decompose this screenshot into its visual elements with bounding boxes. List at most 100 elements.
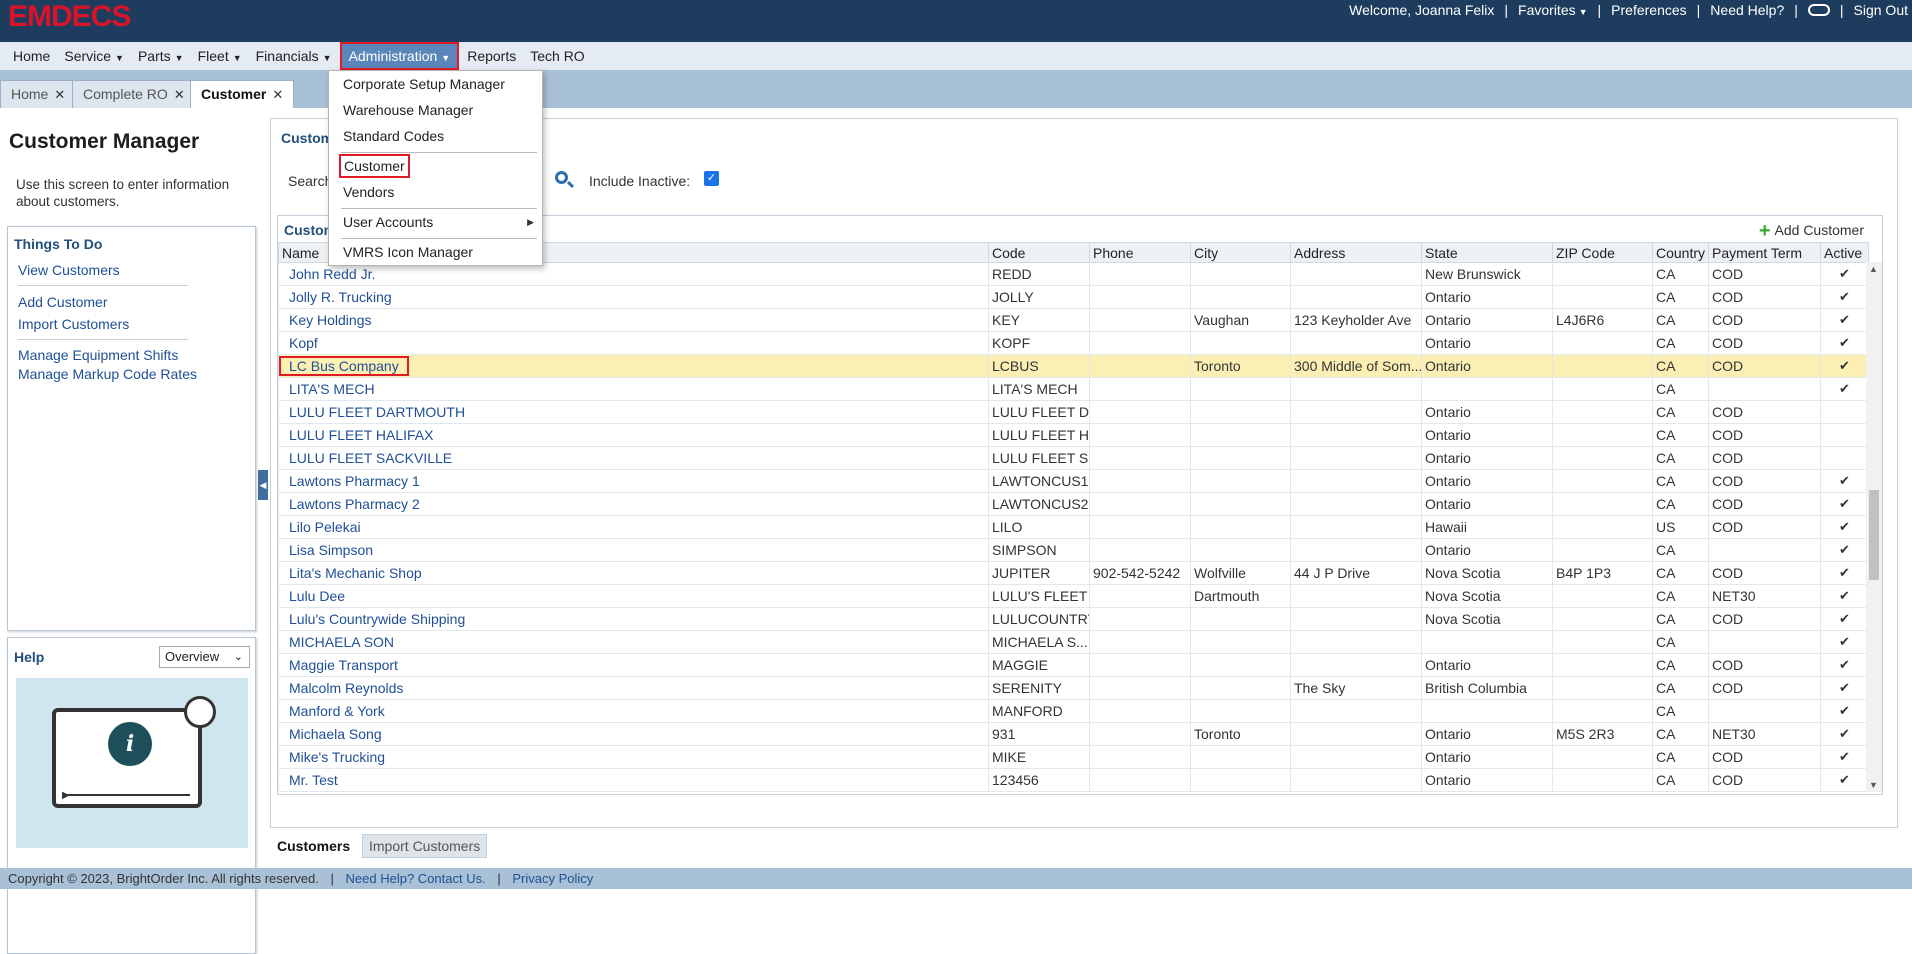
table-row[interactable]: Lisa Simpson SIMPSON Ontario CA ✔ <box>278 538 1869 562</box>
close-icon[interactable]: ✕ <box>272 87 283 102</box>
table-row[interactable]: Mr. Test 123456 Ontario CA COD ✔ <box>278 768 1869 792</box>
manage-equipment-shifts-link[interactable]: Manage Equipment Shifts <box>18 347 178 363</box>
customer-name-link[interactable]: Lawtons Pharmacy 1 <box>289 473 420 489</box>
table-row[interactable]: Malcolm Reynolds SERENITY The Sky British C… <box>278 676 1869 700</box>
import-customers-link[interactable]: Import Customers <box>18 316 129 332</box>
table-row[interactable]: LULU FLEET DARTMOUTH LULU FLEET D Ontario C… <box>278 400 1869 424</box>
menu-item-standard-codes[interactable]: Standard Codes <box>343 128 444 144</box>
tab-customers[interactable]: Customers <box>270 834 358 858</box>
customer-name-link[interactable]: Lita's Mechanic Shop <box>289 565 422 581</box>
menu-item-vendors[interactable]: Vendors <box>343 184 394 200</box>
table-row[interactable]: Michaela Song 931 Toronto Ontario M5S 2R3 CA N… <box>278 722 1869 746</box>
customer-name-link[interactable]: LC Bus Company <box>279 356 409 376</box>
app-logo[interactable]: EMDECS <box>8 2 131 32</box>
customer-name-link[interactable]: MICHAELA SON <box>289 634 394 650</box>
table-row[interactable]: Lilo Pelekai LILO Hawaii US COD ✔ <box>278 515 1869 539</box>
column-header[interactable]: Address <box>1290 242 1422 263</box>
customer-name-link[interactable]: LULU FLEET DARTMOUTH <box>289 404 465 420</box>
menu-service[interactable]: Service ▼ <box>57 44 131 68</box>
customer-name-link[interactable]: Key Holdings <box>289 312 372 328</box>
include-inactive-checkbox[interactable]: ✓ <box>704 171 719 186</box>
customer-name-link[interactable]: Maggie Transport <box>289 657 398 673</box>
table-row[interactable]: Kopf KOPF Ontario CA COD ✔ <box>278 331 1869 355</box>
customer-name-link[interactable]: Jolly R. Trucking <box>289 289 392 305</box>
customer-name-link[interactable]: Lilo Pelekai <box>289 519 361 535</box>
column-header[interactable]: ZIP Code <box>1552 242 1653 263</box>
menu-financials[interactable]: Financials ▼ <box>249 44 339 68</box>
menu-item-corporate-setup-manager[interactable]: Corporate Setup Manager <box>343 76 505 92</box>
menu-parts[interactable]: Parts ▼ <box>131 44 191 68</box>
customer-name-link[interactable]: Lulu Dee <box>289 588 345 604</box>
menu-home[interactable]: Home <box>6 44 57 68</box>
table-row[interactable]: Mike's Trucking MIKE Ontario CA COD ✔ <box>278 745 1869 769</box>
close-icon[interactable]: ✕ <box>174 87 185 102</box>
customer-name-link[interactable]: Mr. Test <box>289 772 338 788</box>
chat-icon[interactable] <box>1807 4 1830 16</box>
tab-home[interactable]: Home ✕ <box>0 80 77 108</box>
customer-name-link[interactable]: Lisa Simpson <box>289 542 373 558</box>
customer-name-link[interactable]: Kopf <box>289 335 318 351</box>
privacy-policy-link[interactable]: Privacy Policy <box>512 871 593 886</box>
contact-us-link[interactable]: Need Help? Contact Us. <box>346 871 486 886</box>
menu-tech-ro[interactable]: Tech RO <box>523 44 591 68</box>
column-header[interactable]: Phone <box>1089 242 1191 263</box>
table-row[interactable]: Lawtons Pharmacy 2 LAWTONCUS2 Ontario CA COD… <box>278 492 1869 516</box>
column-header[interactable]: State <box>1421 242 1553 263</box>
menu-reports[interactable]: Reports <box>460 44 523 68</box>
tab-import-customers[interactable]: Import Customers <box>362 834 488 858</box>
close-icon[interactable]: ✕ <box>54 87 65 102</box>
table-row[interactable]: Lita's Mechanic Shop JUPITER 902-542-5242 W… <box>278 561 1869 585</box>
manage-markup-code-rates-link[interactable]: Manage Markup Code Rates <box>18 366 197 382</box>
table-row[interactable]: Lulu Dee LULU'S FLEET Dartmouth Nova Scotia… <box>278 584 1869 608</box>
table-row[interactable]: LC Bus Company LCBUS Toronto 300 Middle of … <box>278 354 1869 378</box>
customer-name-link[interactable]: Manford & York <box>289 703 385 719</box>
customer-name-link[interactable]: Malcolm Reynolds <box>289 680 403 696</box>
add-customer-link[interactable]: Add Customer <box>18 294 107 310</box>
table-row[interactable]: LULU FLEET HALIFAX LULU FLEET H Ontario CA C… <box>278 423 1869 447</box>
scrollbar-thumb[interactable] <box>1869 490 1879 580</box>
menu-item-warehouse-manager[interactable]: Warehouse Manager <box>343 102 473 118</box>
tab-complete-ro[interactable]: Complete RO ✕ <box>72 80 196 108</box>
customer-name-link[interactable]: Michaela Song <box>289 726 382 742</box>
tab-customer[interactable]: Customer ✕ <box>190 80 295 108</box>
column-header[interactable]: Payment Term <box>1708 242 1821 263</box>
customer-name-link[interactable]: LITA'S MECH <box>289 381 375 397</box>
customer-name-link[interactable]: Mike's Trucking <box>289 749 385 765</box>
customer-name-link[interactable]: Lulu's Countrywide Shipping <box>289 611 465 627</box>
customer-name-link[interactable]: Lawtons Pharmacy 2 <box>289 496 420 512</box>
column-header[interactable]: Code <box>988 242 1090 263</box>
favorites-menu[interactable]: Favorites ▼ <box>1518 2 1588 18</box>
table-row[interactable]: Maggie Transport MAGGIE Ontario CA COD ✔ <box>278 653 1869 677</box>
menu-fleet[interactable]: Fleet ▼ <box>191 44 249 68</box>
table-row[interactable]: Lulu's Countrywide Shipping LULUCOUNTRY No… <box>278 607 1869 631</box>
need-help-link[interactable]: Need Help? <box>1710 2 1784 18</box>
table-row[interactable]: Jolly R. Trucking JOLLY Ontario CA COD ✔ <box>278 285 1869 309</box>
vertical-scrollbar[interactable]: ▲ ▼ <box>1866 262 1882 792</box>
search-icon[interactable] <box>553 169 575 191</box>
menu-item-customer[interactable]: Customer <box>339 154 410 178</box>
table-row[interactable]: LITA'S MECH LITA'S MECH CA ✔ <box>278 377 1869 401</box>
help-video-thumbnail[interactable]: i ▶ <box>16 678 248 848</box>
menu-item-vmrs-icon-manager[interactable]: VMRS Icon Manager <box>343 244 473 260</box>
scroll-up-icon[interactable]: ▲ <box>1869 264 1878 274</box>
scroll-down-icon[interactable]: ▼ <box>1869 780 1878 790</box>
help-topic-select[interactable]: Overview ⌄ <box>159 646 250 668</box>
customer-name-link[interactable]: LULU FLEET SACKVILLE <box>289 450 452 466</box>
column-header[interactable]: City <box>1190 242 1291 263</box>
collapse-panel-handle[interactable]: ◀ <box>258 470 268 500</box>
customer-name-link[interactable]: LULU FLEET HALIFAX <box>289 427 433 443</box>
add-customer-button[interactable]: + Add Customer <box>1759 221 1864 241</box>
table-row[interactable]: Lawtons Pharmacy 1 LAWTONCUS1 Ontario CA COD… <box>278 469 1869 493</box>
table-row[interactable]: MICHAELA SON MICHAELA S... CA ✔ <box>278 630 1869 654</box>
customer-name-link[interactable]: John Redd Jr. <box>289 266 375 282</box>
view-customers-link[interactable]: View Customers <box>18 262 120 278</box>
sign-out-link[interactable]: Sign Out <box>1854 2 1908 18</box>
column-header[interactable]: Country <box>1652 242 1709 263</box>
menu-administration[interactable]: Administration ▼ <box>339 42 460 70</box>
table-row[interactable]: Manford & York MANFORD CA ✔ <box>278 699 1869 723</box>
column-header[interactable]: Active <box>1820 242 1869 263</box>
menu-item-user-accounts[interactable]: User Accounts <box>343 214 433 230</box>
preferences-link[interactable]: Preferences <box>1611 2 1686 18</box>
table-row[interactable]: Key Holdings KEY Vaughan 123 Keyholder Ave O… <box>278 308 1869 332</box>
table-row[interactable]: LULU FLEET SACKVILLE LULU FLEET S Ontario C… <box>278 446 1869 470</box>
